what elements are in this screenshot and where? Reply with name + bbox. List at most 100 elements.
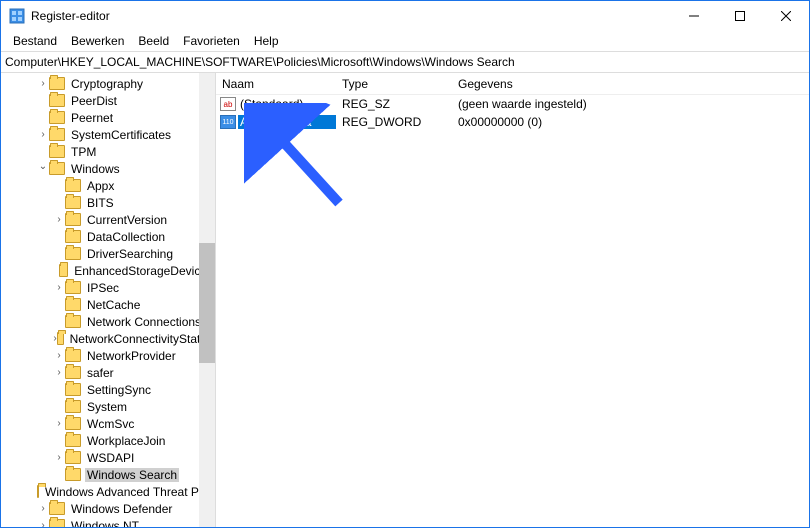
close-button[interactable] <box>763 1 809 31</box>
tree-node-label: Peernet <box>69 111 115 125</box>
column-data[interactable]: Gegevens <box>452 77 809 91</box>
expander-icon[interactable]: › <box>37 126 49 143</box>
folder-icon <box>65 247 81 260</box>
folder-icon <box>59 264 68 277</box>
tree-node-label: BITS <box>85 196 116 210</box>
column-type[interactable]: Type <box>336 77 452 91</box>
scrollbar-thumb[interactable] <box>199 243 215 363</box>
tree-node-label: CurrentVersion <box>85 213 169 227</box>
expander-icon[interactable]: › <box>37 517 49 527</box>
folder-icon <box>65 451 81 464</box>
main: › CryptographyPeerDist Peernet › SystemCerti… <box>1 73 809 527</box>
tree-node[interactable]: Network Connections <box>1 313 215 330</box>
tree-node-label: safer <box>85 366 116 380</box>
value-type: REG_SZ <box>336 97 452 111</box>
tree-node[interactable]: Windows Advanced Threat Protection <box>1 483 215 500</box>
tree-node-label: IPSec <box>85 281 121 295</box>
tree-node[interactable]: › safer <box>1 364 215 381</box>
folder-icon <box>65 315 81 328</box>
tree-node-label: WSDAPI <box>85 451 136 465</box>
folder-icon <box>65 468 81 481</box>
list-pane[interactable]: Naam Type Gegevens ab(Standaard)REG_SZ(g… <box>216 73 809 527</box>
tree-node[interactable]: ›NetworkProvider <box>1 347 215 364</box>
tree-node[interactable]: › WSDAPI <box>1 449 215 466</box>
tree-node[interactable]: › IPSec <box>1 279 215 296</box>
value-name: (Standaard) <box>238 97 336 111</box>
folder-icon <box>65 417 81 430</box>
address-bar[interactable]: Computer\HKEY_LOCAL_MACHINE\SOFTWARE\Pol… <box>1 51 809 73</box>
menu-beeld[interactable]: Beeld <box>132 32 175 50</box>
tree-node-label: NetCache <box>85 298 142 312</box>
folder-icon <box>65 349 81 362</box>
tree-node-label: EnhancedStorageDevices <box>72 264 215 278</box>
folder-icon <box>65 298 81 311</box>
tree-node-label: Cryptography <box>69 77 145 91</box>
list-row[interactable]: ab(Standaard)REG_SZ(geen waarde ingestel… <box>216 95 809 113</box>
tree-node[interactable]: SettingSync <box>1 381 215 398</box>
folder-icon <box>65 366 81 379</box>
value-type: REG_DWORD <box>336 115 452 129</box>
tree-node[interactable]: DriverSearching <box>1 245 215 262</box>
tree-node-label: WcmSvc <box>85 417 136 431</box>
tree-node-label: Windows Advanced Threat Protection <box>43 485 216 499</box>
tree-node-label: Network Connections <box>85 315 203 329</box>
titlebar: Register-editor <box>1 1 809 31</box>
window-controls <box>671 1 809 31</box>
expander-icon[interactable]: › <box>37 75 49 92</box>
tree-node[interactable]: Windows Search <box>1 466 215 483</box>
tree-node[interactable]: NetCache <box>1 296 215 313</box>
tree-node[interactable]: PeerDist <box>1 92 215 109</box>
folder-icon <box>65 230 81 243</box>
tree-pane[interactable]: › CryptographyPeerDist Peernet › SystemCerti… <box>1 73 216 527</box>
tree-node[interactable]: ›Windows NT <box>1 517 215 527</box>
tree-node[interactable]: › WcmSvc <box>1 415 215 432</box>
folder-icon <box>49 145 65 158</box>
folder-icon <box>49 519 65 527</box>
expander-icon[interactable]: › <box>53 364 65 381</box>
expander-icon[interactable]: › <box>53 415 65 432</box>
tree-node[interactable]: TPM <box>1 143 215 160</box>
tree-node[interactable]: EnhancedStorageDevices <box>1 262 215 279</box>
tree-node[interactable]: ⌄ Windows <box>1 160 215 177</box>
tree-node-label: Windows <box>69 162 122 176</box>
tree-node[interactable]: › SystemCertificates <box>1 126 215 143</box>
tree-node-label: WorkplaceJoin <box>85 434 167 448</box>
tree-node-label: Appx <box>85 179 116 193</box>
value-name: AllowCortana <box>238 115 336 129</box>
menubar: Bestand Bewerken Beeld Favorieten Help <box>1 31 809 51</box>
tree-node[interactable]: ›Windows Defender <box>1 500 215 517</box>
tree-node-label: DriverSearching <box>85 247 175 261</box>
expander-icon[interactable]: › <box>37 500 49 517</box>
tree-node[interactable]: System <box>1 398 215 415</box>
tree-node-label: TPM <box>69 145 98 159</box>
folder-icon <box>65 400 81 413</box>
tree-node[interactable]: BITS <box>1 194 215 211</box>
menu-bewerken[interactable]: Bewerken <box>65 32 130 50</box>
expander-icon[interactable]: › <box>53 347 65 364</box>
list-header: Naam Type Gegevens <box>216 73 809 95</box>
menu-favorieten[interactable]: Favorieten <box>177 32 246 50</box>
expander-icon[interactable]: › <box>53 211 65 228</box>
expander-icon[interactable]: ⌄ <box>37 158 49 175</box>
tree-node[interactable]: WorkplaceJoin <box>1 432 215 449</box>
tree-node[interactable]: › Cryptography <box>1 75 215 92</box>
tree-node-label: SystemCertificates <box>69 128 173 142</box>
maximize-button[interactable] <box>717 1 763 31</box>
tree-node[interactable]: ›NetworkConnectivityStatus <box>1 330 215 347</box>
list-row[interactable]: 110AllowCortanaREG_DWORD0x00000000 (0) <box>216 113 809 131</box>
minimize-button[interactable] <box>671 1 717 31</box>
tree-node[interactable]: › CurrentVersion <box>1 211 215 228</box>
expander-icon[interactable]: › <box>53 279 65 296</box>
tree-node[interactable]: DataCollection <box>1 228 215 245</box>
tree-node[interactable]: Appx <box>1 177 215 194</box>
tree-node-label: System <box>85 400 129 414</box>
tree-scrollbar[interactable] <box>199 73 215 527</box>
column-name[interactable]: Naam <box>216 77 336 91</box>
menu-help[interactable]: Help <box>248 32 285 50</box>
menu-bestand[interactable]: Bestand <box>7 32 63 50</box>
value-data: (geen waarde ingesteld) <box>452 97 809 111</box>
tree-node[interactable]: Peernet <box>1 109 215 126</box>
value-data: 0x00000000 (0) <box>452 115 809 129</box>
folder-icon <box>65 434 81 447</box>
expander-icon[interactable]: › <box>53 449 65 466</box>
